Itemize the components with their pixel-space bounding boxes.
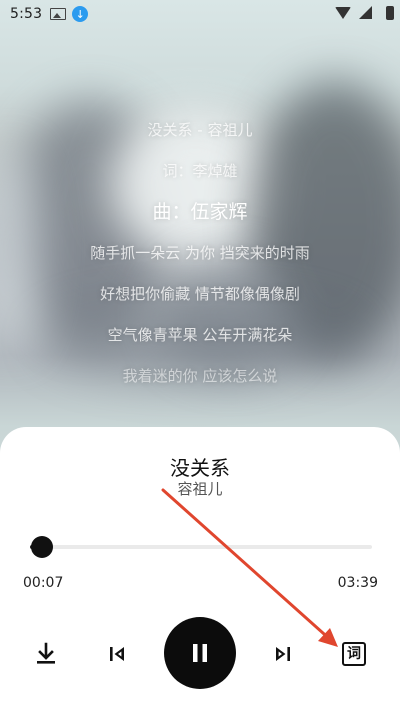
song-title: 没关系 bbox=[170, 456, 230, 480]
playback-controls: 词 bbox=[0, 617, 400, 689]
lyrics-button[interactable]: 词 bbox=[340, 640, 368, 668]
next-button[interactable] bbox=[270, 641, 296, 667]
download-notification-icon: ↓ bbox=[72, 6, 89, 22]
total-time: 03:39 bbox=[337, 575, 378, 591]
current-time: 00:07 bbox=[23, 575, 64, 591]
previous-button[interactable] bbox=[104, 641, 130, 667]
lyric-line[interactable]: 词：李焯雄 bbox=[0, 151, 400, 192]
pause-button[interactable] bbox=[164, 617, 236, 689]
song-artist: 容祖儿 bbox=[177, 480, 223, 498]
progress-thumb[interactable] bbox=[30, 536, 53, 558]
lyric-line[interactable]: 没关系 - 容祖儿 bbox=[0, 110, 400, 151]
lyric-line[interactable]: 随手抓一朵云 为你 挡突来的时雨 bbox=[0, 233, 400, 274]
lyric-line[interactable]: 好想把你偷藏 情节都像偶像剧 bbox=[0, 274, 400, 315]
skip-previous-icon bbox=[110, 647, 124, 661]
skip-next-icon bbox=[276, 647, 290, 661]
player-card: 没关系 容祖儿 00:07 03:39 词 bbox=[0, 427, 400, 711]
progress-slider[interactable] bbox=[30, 536, 372, 558]
lyric-line[interactable]: 空气像青苹果 公车开满花朵 bbox=[0, 315, 400, 356]
battery-icon bbox=[386, 6, 394, 20]
wifi-icon bbox=[335, 6, 351, 19]
status-bar: 5:53 ↓ bbox=[0, 0, 400, 28]
download-button[interactable] bbox=[33, 641, 59, 667]
pause-icon bbox=[193, 644, 207, 662]
lyric-line[interactable]: 我着迷的你 应该怎么说 bbox=[0, 356, 400, 397]
download-icon bbox=[37, 642, 55, 664]
lyric-line-current[interactable]: 曲：伍家辉 bbox=[0, 192, 400, 233]
lyrics-icon: 词 bbox=[342, 642, 366, 666]
gallery-icon bbox=[50, 8, 67, 20]
status-time: 5:53 bbox=[10, 6, 43, 22]
lyrics-panel[interactable]: 没关系 - 容祖儿 词：李焯雄 曲：伍家辉 随手抓一朵云 为你 挡突来的时雨 好… bbox=[0, 110, 400, 397]
signal-icon bbox=[359, 6, 372, 19]
